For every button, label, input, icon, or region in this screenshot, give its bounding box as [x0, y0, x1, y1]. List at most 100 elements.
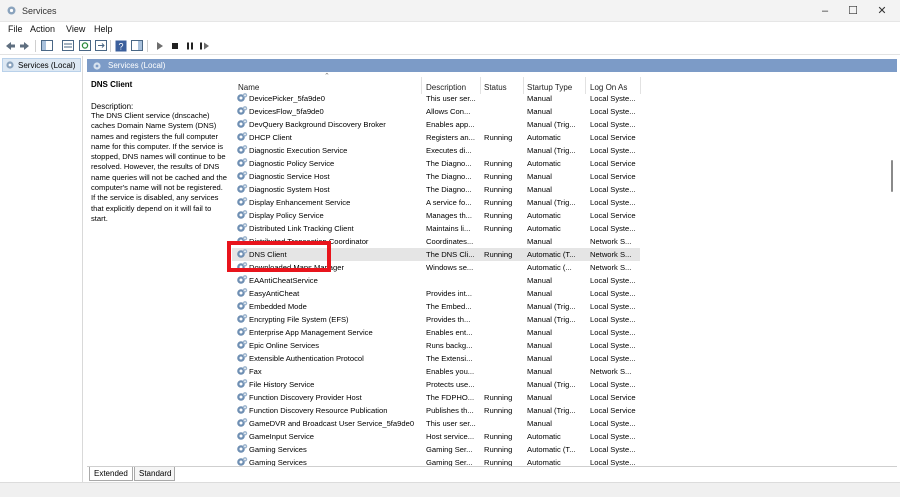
restart-service-icon[interactable]: [198, 39, 211, 52]
service-description-cell: Host service...: [426, 432, 475, 441]
service-row[interactable]: DevQuery Background Discovery Broker Enab…: [232, 118, 640, 131]
service-row[interactable]: Gaming Services Gaming Ser... Running Autom…: [232, 443, 640, 456]
pane-header: Services (Local): [87, 59, 897, 72]
service-description-cell: Protects use...: [426, 380, 475, 389]
column-divider[interactable]: [640, 77, 641, 94]
help-icon[interactable]: ?: [114, 39, 127, 52]
menu-help[interactable]: Help: [94, 24, 113, 34]
service-log-on-as-cell: Local Syste...: [590, 341, 636, 350]
service-log-on-as-cell: Local Syste...: [590, 432, 636, 441]
service-row[interactable]: DHCP Client Registers an... Running Automat…: [232, 131, 640, 144]
service-log-on-as-cell: Local Syste...: [590, 445, 636, 454]
service-log-on-as-cell: Local Service: [590, 393, 636, 402]
scrollbar-thumb[interactable]: [891, 160, 893, 192]
service-description-cell: Enables you...: [426, 367, 475, 376]
sort-ascending-icon: ⌃: [324, 73, 330, 80]
back-icon[interactable]: [4, 39, 17, 52]
service-row[interactable]: Diagnostic Service Host The Diagno... Runn…: [232, 170, 640, 183]
service-name-cell: EAAntiCheatService: [249, 276, 318, 285]
service-log-on-as-cell: Network S...: [590, 367, 632, 376]
refresh-icon[interactable]: [78, 39, 91, 52]
service-gear-icon: [236, 196, 248, 208]
console-tree-icon[interactable]: [40, 39, 53, 52]
service-row[interactable]: Epic Online Services Runs backg... Manual L…: [232, 339, 640, 352]
toolbar-separator: [147, 40, 148, 52]
service-status-cell: [484, 119, 524, 131]
service-row[interactable]: Fax Enables you... Manual Network S...: [232, 365, 640, 378]
menu-action[interactable]: Action: [30, 24, 55, 34]
properties-icon[interactable]: [61, 39, 74, 52]
service-startup-type-cell: Manual (Trig...: [527, 315, 576, 324]
service-name-cell: DHCP Client: [249, 133, 292, 142]
service-row[interactable]: Function Discovery Provider Host The FDPH…: [232, 391, 640, 404]
service-row[interactable]: Encrypting File System (EFS) Provides th.…: [232, 313, 640, 326]
service-startup-type-cell: Automatic: [527, 224, 561, 233]
service-row[interactable]: Embedded Mode The Embed... Manual (Trig...…: [232, 300, 640, 313]
service-log-on-as-cell: Local Syste...: [590, 276, 636, 285]
service-startup-type-cell: Manual: [527, 94, 552, 103]
service-log-on-as-cell: Local Syste...: [590, 302, 636, 311]
minimize-button[interactable]: –: [818, 4, 832, 18]
service-gear-icon: [236, 443, 248, 455]
service-log-on-as-cell: Local Syste...: [590, 146, 636, 155]
service-log-on-as-cell: Local Syste...: [590, 120, 636, 129]
service-row[interactable]: EasyAntiCheat Provides int... Manual Local …: [232, 287, 640, 300]
service-description-cell: This user ser...: [426, 419, 476, 428]
service-row[interactable]: Gaming Services Gaming Ser... Running Autom…: [232, 456, 640, 466]
service-row[interactable]: GameInput Service Host service... Running A…: [232, 430, 640, 443]
service-description-cell: Provides int...: [426, 289, 473, 298]
service-row[interactable]: Display Policy Service Manages th... Runni…: [232, 209, 640, 222]
close-button[interactable]: ✕: [875, 4, 889, 18]
service-row[interactable]: Display Enhancement Service A service fo.…: [232, 196, 640, 209]
service-description-cell: Registers an...: [426, 133, 475, 142]
vertical-scrollbar[interactable]: [887, 72, 897, 466]
service-name-cell: Epic Online Services: [249, 341, 320, 350]
service-gear-icon: [236, 144, 248, 156]
service-row[interactable]: DevicePicker_5fa9de0 This user ser... Manu…: [232, 92, 640, 105]
forward-icon[interactable]: [18, 39, 31, 52]
service-startup-type-cell: Automatic: [527, 211, 561, 220]
service-description-cell: The Diagno...: [426, 185, 472, 194]
service-status-cell: Running: [484, 432, 513, 441]
service-description-cell: Executes di...: [426, 146, 472, 155]
services-gear-icon: [6, 61, 14, 69]
console-tree: Services (Local): [0, 56, 83, 482]
maximize-button[interactable]: ☐: [846, 4, 860, 18]
service-status-cell: [484, 353, 524, 365]
tab-extended[interactable]: Extended: [89, 467, 133, 481]
service-row[interactable]: Extensible Authentication Protocol The Ex…: [232, 352, 640, 365]
service-row[interactable]: Distributed Link Tracking Client Maintain…: [232, 222, 640, 235]
service-row[interactable]: Diagnostic System Host The Diagno... Runni…: [232, 183, 640, 196]
service-startup-type-cell: Manual: [527, 367, 552, 376]
service-log-on-as-cell: Local Service: [590, 406, 636, 415]
tab-standard[interactable]: Standard: [134, 467, 175, 481]
start-service-icon[interactable]: [153, 39, 166, 52]
menu-file[interactable]: File: [8, 24, 23, 34]
service-row[interactable]: DevicesFlow_5fa9de0 Allows Con... Manual Lo…: [232, 105, 640, 118]
service-startup-type-cell: Manual: [527, 354, 552, 363]
show-hide-action-pane-icon[interactable]: [130, 39, 143, 52]
service-name-cell: Fax: [249, 367, 262, 376]
service-row[interactable]: Diagnostic Policy Service The Diagno... Ru…: [232, 157, 640, 170]
tree-item-services-local[interactable]: Services (Local): [2, 58, 81, 72]
service-row[interactable]: Enterprise App Management Service Enables…: [232, 326, 640, 339]
stop-service-icon[interactable]: [168, 39, 181, 52]
service-status-cell: [484, 327, 524, 339]
service-status-cell: Running: [484, 458, 513, 466]
service-description-cell: This user ser...: [426, 94, 476, 103]
service-row[interactable]: Function Discovery Resource Publication P…: [232, 404, 640, 417]
service-name-cell: Display Enhancement Service: [249, 198, 351, 207]
service-status-cell: Running: [484, 159, 513, 168]
service-status-cell: [484, 314, 524, 326]
service-row[interactable]: EAAntiCheatService Manual Local Syste...: [232, 274, 640, 287]
service-row[interactable]: File History Service Protects use... Manua…: [232, 378, 640, 391]
service-name-cell: Encrypting File System (EFS): [249, 315, 349, 324]
pause-service-icon[interactable]: [183, 39, 196, 52]
menu-view[interactable]: View: [66, 24, 85, 34]
service-row[interactable]: GameDVR and Broadcast User Service_5fa9d…: [232, 417, 640, 430]
export-list-icon[interactable]: [94, 39, 107, 52]
service-name-cell: Extensible Authentication Protocol: [249, 354, 364, 363]
service-name-cell: DevicePicker_5fa9de0: [249, 94, 325, 103]
service-log-on-as-cell: Local Syste...: [590, 380, 636, 389]
service-row[interactable]: Diagnostic Execution Service Executes di.…: [232, 144, 640, 157]
